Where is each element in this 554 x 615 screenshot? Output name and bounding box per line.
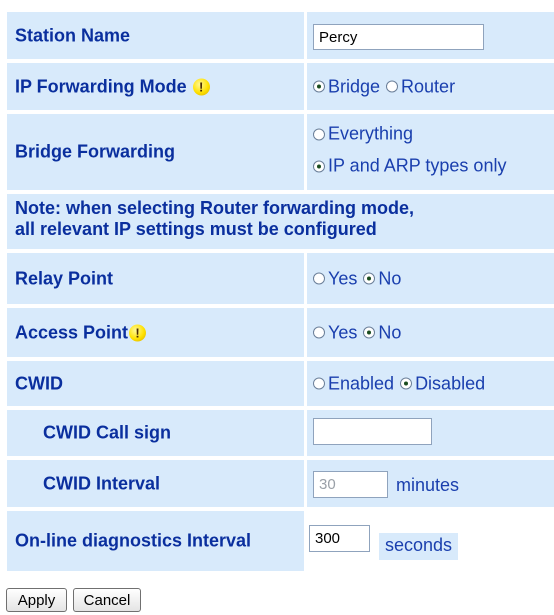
- row-cwid-call-sign: CWID Call sign: [0, 410, 554, 456]
- radio-ip-and-arp-types-only[interactable]: IP and ARP types only: [313, 156, 506, 177]
- row-cwid: CWID Enabled Disabled: [0, 361, 554, 406]
- radio-cwid-disabled[interactable]: Disabled: [400, 373, 485, 394]
- cwid-interval-unit: minutes: [396, 475, 460, 495]
- relay-point-label: Relay Point: [15, 268, 114, 288]
- radio-cwid-enabled[interactable]: Enabled: [313, 373, 394, 394]
- radio-button-icon[interactable]: [363, 272, 376, 285]
- cwid-call-sign-label: CWID Call sign: [43, 422, 172, 443]
- warning-icon: !: [129, 324, 147, 342]
- note-line-2: all relevant IP settings must be configu…: [15, 219, 377, 239]
- radio-button-icon[interactable]: [313, 377, 325, 390]
- radio-button-icon[interactable]: [313, 160, 325, 172]
- radio-access-yes[interactable]: Yes: [313, 322, 357, 343]
- access-point-label: Access Point: [15, 322, 129, 342]
- row-access-point: Access Point! Yes No: [0, 308, 554, 357]
- radio-button-icon[interactable]: [400, 377, 413, 390]
- bridge-forwarding-label: Bridge Forwarding: [15, 141, 176, 162]
- radio-everything[interactable]: Everything: [313, 124, 413, 145]
- radio-relay-yes[interactable]: Yes: [313, 268, 357, 289]
- row-station-name: Station Name: [0, 12, 554, 59]
- cancel-button[interactable]: Cancel: [73, 588, 141, 612]
- radio-button-icon[interactable]: [313, 80, 325, 93]
- warning-icon: !: [192, 78, 210, 96]
- radio-relay-no[interactable]: No: [363, 268, 401, 289]
- radio-button-icon[interactable]: [386, 80, 399, 93]
- radio-router[interactable]: Router: [386, 76, 455, 97]
- station-name-label: Station Name: [15, 25, 131, 45]
- note-line-1: Note: when selecting Router forwarding m…: [15, 198, 415, 218]
- row-cwid-interval: CWID Interval minutes: [0, 460, 554, 507]
- apply-button[interactable]: Apply: [6, 588, 67, 612]
- diagnostics-interval-input[interactable]: [309, 525, 370, 552]
- radio-button-icon[interactable]: [313, 128, 325, 140]
- cwid-label: CWID: [15, 373, 63, 393]
- radio-access-no[interactable]: No: [363, 322, 401, 343]
- row-ip-forwarding-mode: IP Forwarding Mode! Bridge Router: [0, 63, 554, 110]
- row-diagnostics-interval: On-line diagnostics Interval seconds: [0, 511, 554, 571]
- cwid-interval-input[interactable]: [313, 471, 388, 498]
- diagnostics-interval-label: On-line diagnostics Interval: [15, 530, 252, 551]
- station-name-input[interactable]: [313, 24, 484, 50]
- ip-forwarding-mode-label: IP Forwarding Mode: [15, 76, 187, 96]
- radio-button-icon[interactable]: [313, 326, 325, 339]
- row-bridge-forwarding: Bridge Forwarding Everything IP and ARP …: [0, 114, 554, 190]
- diagnostics-interval-unit: seconds: [379, 533, 459, 560]
- radio-button-icon[interactable]: [363, 326, 376, 339]
- row-relay-point: Relay Point Yes No: [0, 253, 554, 304]
- cwid-interval-label: CWID Interval: [43, 473, 161, 493]
- radio-button-icon[interactable]: [313, 272, 325, 285]
- cwid-call-sign-input[interactable]: [313, 418, 432, 445]
- radio-bridge[interactable]: Bridge: [313, 76, 380, 97]
- row-note: Note: when selecting Router forwarding m…: [0, 194, 554, 249]
